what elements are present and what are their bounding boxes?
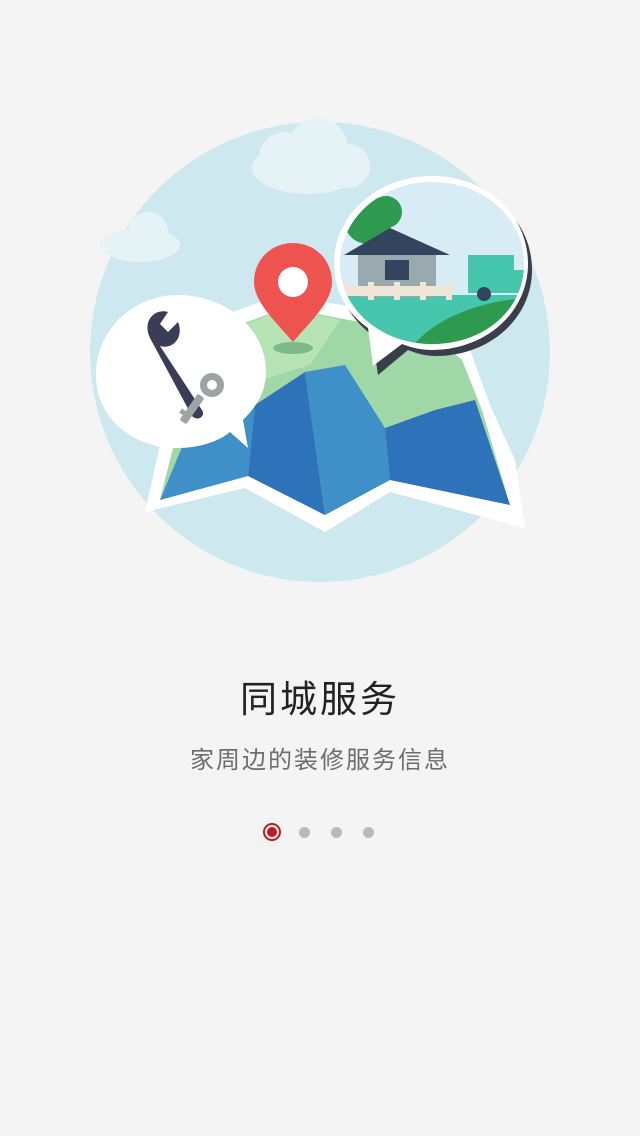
page-dot-1[interactable] — [263, 823, 281, 841]
onboarding-illustration — [80, 110, 560, 590]
page-dot-2[interactable] — [295, 823, 313, 841]
page-dot-4[interactable] — [359, 823, 377, 841]
page-indicator — [0, 820, 640, 844]
page-dot-3[interactable] — [327, 823, 345, 841]
page-subtitle: 家周边的装修服务信息 — [190, 746, 450, 774]
page-title: 同城服务 — [240, 678, 400, 721]
tools-bubble — [96, 295, 266, 448]
